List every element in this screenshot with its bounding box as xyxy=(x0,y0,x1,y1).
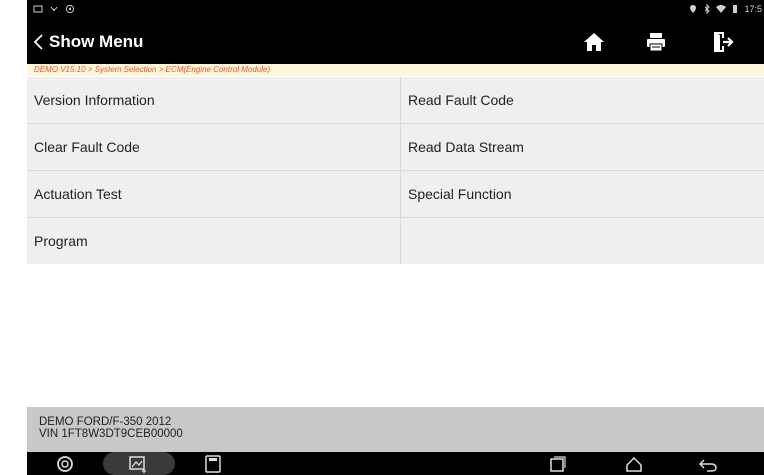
usb-icon xyxy=(50,6,58,11)
notification-box-icon xyxy=(33,5,43,13)
page-title: Show Menu xyxy=(49,32,144,51)
home-nav-icon[interactable] xyxy=(624,454,644,474)
menu-item-read-data-stream[interactable]: Read Data Stream xyxy=(401,124,764,170)
bluetooth-icon xyxy=(705,4,711,14)
menu-item-actuation-test[interactable]: Actuation Test xyxy=(27,171,400,217)
print-icon[interactable] xyxy=(644,30,668,54)
back-nav-icon[interactable] xyxy=(698,454,718,474)
breadcrumb: DEMO V15.10 > System Selection > ECM(Eng… xyxy=(27,64,764,76)
vci-icon[interactable] xyxy=(203,454,223,474)
menu-item-program[interactable]: Program xyxy=(27,218,400,264)
recent-apps-icon[interactable] xyxy=(547,454,567,474)
menu-item-version-information[interactable]: Version Information xyxy=(27,77,400,123)
status-bar: 17:5 xyxy=(27,0,764,20)
vehicle-model: DEMO FORD/F-350 2012 xyxy=(39,416,172,428)
menu-item-empty xyxy=(401,218,764,264)
menu-grid: Version Information Read Fault Code Clea… xyxy=(27,77,764,264)
app-header: Show Menu xyxy=(27,20,764,64)
home-icon[interactable] xyxy=(582,30,606,54)
vehicle-info: DEMO FORD/F-350 2012 VIN 1FT8W3DT9CEB000… xyxy=(27,407,764,452)
navigation-bar xyxy=(27,452,764,475)
status-left-icons xyxy=(33,4,75,14)
location-icon xyxy=(690,5,697,13)
menu-item-read-fault-code[interactable]: Read Fault Code xyxy=(401,77,764,123)
screenshot-icon[interactable] xyxy=(128,454,148,474)
back-button[interactable]: Show Menu xyxy=(31,28,143,56)
battery-icon xyxy=(733,5,738,13)
vci-box-icon xyxy=(205,455,221,473)
status-right-icons: 17:5 xyxy=(688,4,762,14)
exit-icon[interactable] xyxy=(710,30,734,54)
menu-item-special-function[interactable]: Special Function xyxy=(401,171,764,217)
settings-circle-icon xyxy=(65,4,75,14)
chevron-left-icon xyxy=(33,34,43,50)
vehicle-vin: VIN 1FT8W3DT9CEB00000 xyxy=(39,428,183,440)
diagnostic-app-icon[interactable] xyxy=(55,454,75,474)
status-time: 17:5 xyxy=(744,4,762,14)
menu-item-clear-fault-code[interactable]: Clear Fault Code xyxy=(27,124,400,170)
wifi-icon xyxy=(716,5,727,13)
app-screen: 17:5 Show Menu DEMO V15.10 > System Sele… xyxy=(27,0,764,475)
